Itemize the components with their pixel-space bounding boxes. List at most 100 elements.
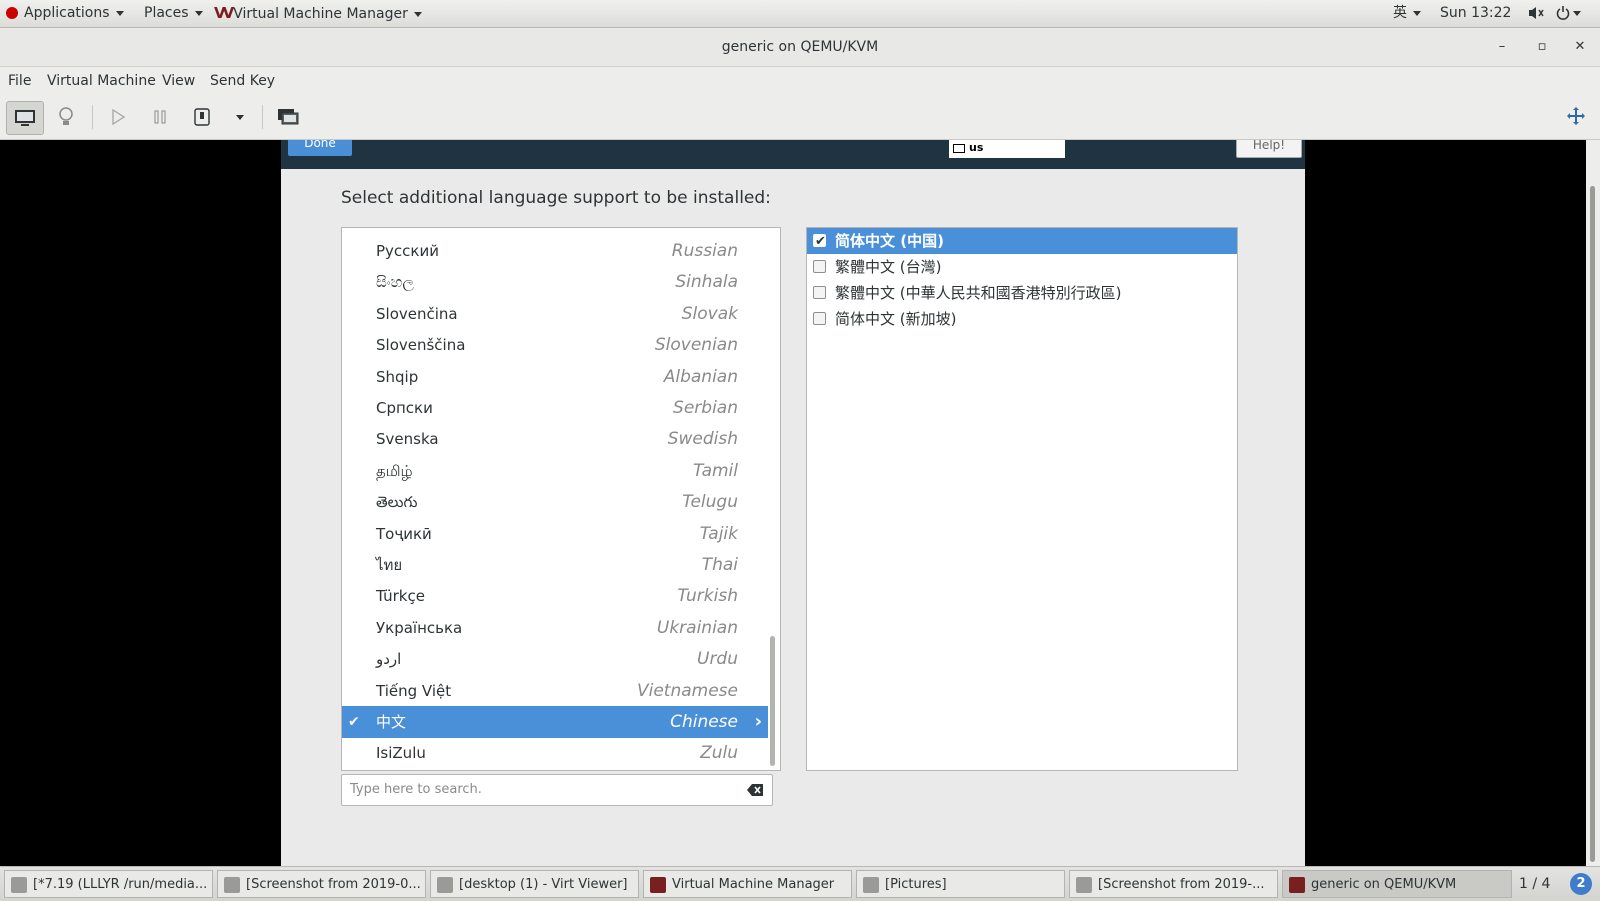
workspace-switcher-icon[interactable]: 2 <box>1570 873 1592 895</box>
language-row[interactable]: Slovenščina Slovenian <box>342 329 768 361</box>
places-menu[interactable]: Places <box>144 0 203 27</box>
language-row[interactable]: Shqip Albanian <box>342 361 768 393</box>
menu-send-key[interactable]: Send Key <box>210 67 275 95</box>
applications-label: Applications <box>24 5 110 21</box>
language-row[interactable]: Српски Serbian <box>342 392 768 424</box>
language-row[interactable]: ไทย Thai <box>342 549 768 581</box>
power-icon <box>194 108 210 126</box>
clock[interactable]: Sun 13:22 <box>1440 0 1511 27</box>
taskbar-window-button[interactable]: Virtual Machine Manager <box>643 870 852 898</box>
vm-scrollbar[interactable] <box>1586 140 1600 866</box>
language-english-name: Urdu <box>697 649 738 670</box>
language-row[interactable]: Тоҷикӣ Tajik <box>342 518 768 550</box>
language-search-field[interactable]: Type here to search. <box>341 774 773 806</box>
taskbar-window-button[interactable]: [Screenshot from 2019-0... <box>217 870 426 898</box>
language-native-name: 中文 <box>376 713 407 731</box>
language-list[interactable]: Русский Russian සිංහල Sinhala Slovenčina Slov… <box>341 227 781 771</box>
menu-file[interactable]: File <box>8 67 31 95</box>
menu-virtual-machine[interactable]: Virtual Machine <box>47 67 156 95</box>
vm-display[interactable]: Done us Help! Select additional language… <box>0 140 1586 866</box>
fullscreen-button[interactable] <box>1558 101 1594 133</box>
workspace-indicator[interactable]: 1 / 4 <box>1519 870 1550 898</box>
chevron-down-icon <box>1413 10 1421 16</box>
language-english-name: Tamil <box>692 460 738 481</box>
language-english-name: Vietnamese <box>636 680 738 701</box>
shutdown-dropdown[interactable] <box>222 101 258 133</box>
language-row[interactable]: Русский Russian <box>342 235 768 267</box>
language-row[interactable]: Українська Ukrainian <box>342 612 768 644</box>
keyboard-indicator[interactable]: us <box>949 140 1065 158</box>
locale-row[interactable]: 繁體中文 (台灣) <box>807 254 1237 280</box>
taskbar-window-button[interactable]: [desktop (1) - Virt Viewer] <box>430 870 639 898</box>
details-view-button[interactable] <box>48 101 84 133</box>
close-button[interactable]: ✕ <box>1568 28 1592 66</box>
power-icon[interactable] <box>1556 0 1581 27</box>
language-english-name: Serbian <box>673 398 738 418</box>
taskbar-window-button[interactable]: generic on QEMU/KVM <box>1282 870 1512 898</box>
language-row[interactable]: Tiếng Việt Vietnamese <box>342 675 768 707</box>
taskbar-window-button[interactable]: [Screenshot from 2019-... <box>1069 870 1278 898</box>
locale-checkbox[interactable] <box>813 312 826 325</box>
lightbulb-icon <box>59 107 73 125</box>
language-list-scrollbar[interactable] <box>770 636 775 766</box>
console-view-button[interactable] <box>6 101 44 135</box>
done-button[interactable]: Done <box>288 140 352 156</box>
language-native-name: Svenska <box>376 430 439 449</box>
locale-checkbox[interactable] <box>813 286 826 299</box>
language-row[interactable]: தமிழ் Tamil <box>342 455 768 487</box>
language-row[interactable]: Slovenčina Slovak <box>342 298 768 330</box>
language-native-name: Русский <box>376 242 439 260</box>
language-native-name: Українська <box>376 618 463 637</box>
locale-list[interactable]: ✔ 简体中文 (中国) 繁體中文 (台灣) 繁體中文 (中華人民共和國香港特別行政區)… <box>806 227 1238 771</box>
language-native-name: සිංහල <box>376 273 414 292</box>
active-app-menu[interactable]: VV Virtual Machine Manager <box>214 0 422 27</box>
run-button[interactable] <box>100 101 136 133</box>
vm-scrollbar-thumb[interactable] <box>1590 186 1595 862</box>
language-row[interactable]: ✔ 中文 Chinese › <box>342 706 768 738</box>
locale-label: 繁體中文 (台灣) <box>835 258 942 276</box>
volume-icon[interactable] <box>1528 0 1544 27</box>
language-native-name: தமிழ் <box>376 461 413 480</box>
applications-menu[interactable]: Applications <box>6 0 124 27</box>
checkmark-icon: ✔ <box>815 234 826 249</box>
language-row[interactable]: IsiZulu Zulu <box>342 737 768 769</box>
taskbar-window-label: Virtual Machine Manager <box>672 877 835 892</box>
language-native-name: Slovenčina <box>376 304 458 323</box>
locale-row[interactable]: 繁體中文 (中華人民共和國香港特別行政區) <box>807 280 1237 306</box>
language-english-name: Turkish <box>677 586 738 607</box>
checkmark-icon: ✔ <box>348 714 360 730</box>
menu-view[interactable]: View <box>162 67 195 95</box>
search-placeholder: Type here to search. <box>350 782 482 797</box>
clock-label: Sun 13:22 <box>1440 5 1512 21</box>
taskbar-window-label: [Screenshot from 2019-... <box>1098 877 1265 892</box>
window-icon <box>650 877 666 893</box>
window-icon <box>1289 877 1305 893</box>
taskbar-window-button[interactable]: [*7.19 (LLLYR /run/media... <box>4 870 213 898</box>
language-row[interactable]: සිංහල Sinhala <box>342 266 768 298</box>
taskbar-window-label: [Screenshot from 2019-0... <box>246 877 421 892</box>
play-icon <box>112 109 125 125</box>
language-english-name: Slovak <box>681 303 738 324</box>
help-button[interactable]: Help! <box>1236 140 1302 158</box>
snapshots-button[interactable] <box>270 101 306 133</box>
input-method-indicator[interactable]: 英 <box>1393 0 1421 27</box>
minimize-button[interactable]: – <box>1490 28 1514 66</box>
language-english-name: Slovenian <box>654 335 738 356</box>
window-icon <box>11 877 27 893</box>
language-row[interactable]: Svenska Swedish <box>342 423 768 455</box>
locale-checkbox[interactable] <box>813 260 826 273</box>
taskbar-window-label: [Pictures] <box>885 877 947 892</box>
shutdown-button[interactable] <box>184 101 220 133</box>
locale-row[interactable]: ✔ 简体中文 (中国) <box>807 228 1237 254</box>
locale-checkbox[interactable]: ✔ <box>813 234 826 249</box>
chevron-down-icon <box>194 10 203 16</box>
clear-search-icon[interactable] <box>746 781 764 799</box>
locale-row[interactable]: 简体中文 (新加坡) <box>807 306 1237 332</box>
language-row[interactable]: తెలుగు Telugu <box>342 486 768 518</box>
language-row[interactable]: اردو Urdu <box>342 643 768 675</box>
language-row[interactable]: Türkçe Turkish <box>342 580 768 612</box>
pause-button[interactable] <box>142 101 178 133</box>
fullscreen-icon <box>1567 107 1585 125</box>
taskbar-window-button[interactable]: [Pictures] <box>856 870 1065 898</box>
maximize-button[interactable]: ▫ <box>1530 28 1554 66</box>
